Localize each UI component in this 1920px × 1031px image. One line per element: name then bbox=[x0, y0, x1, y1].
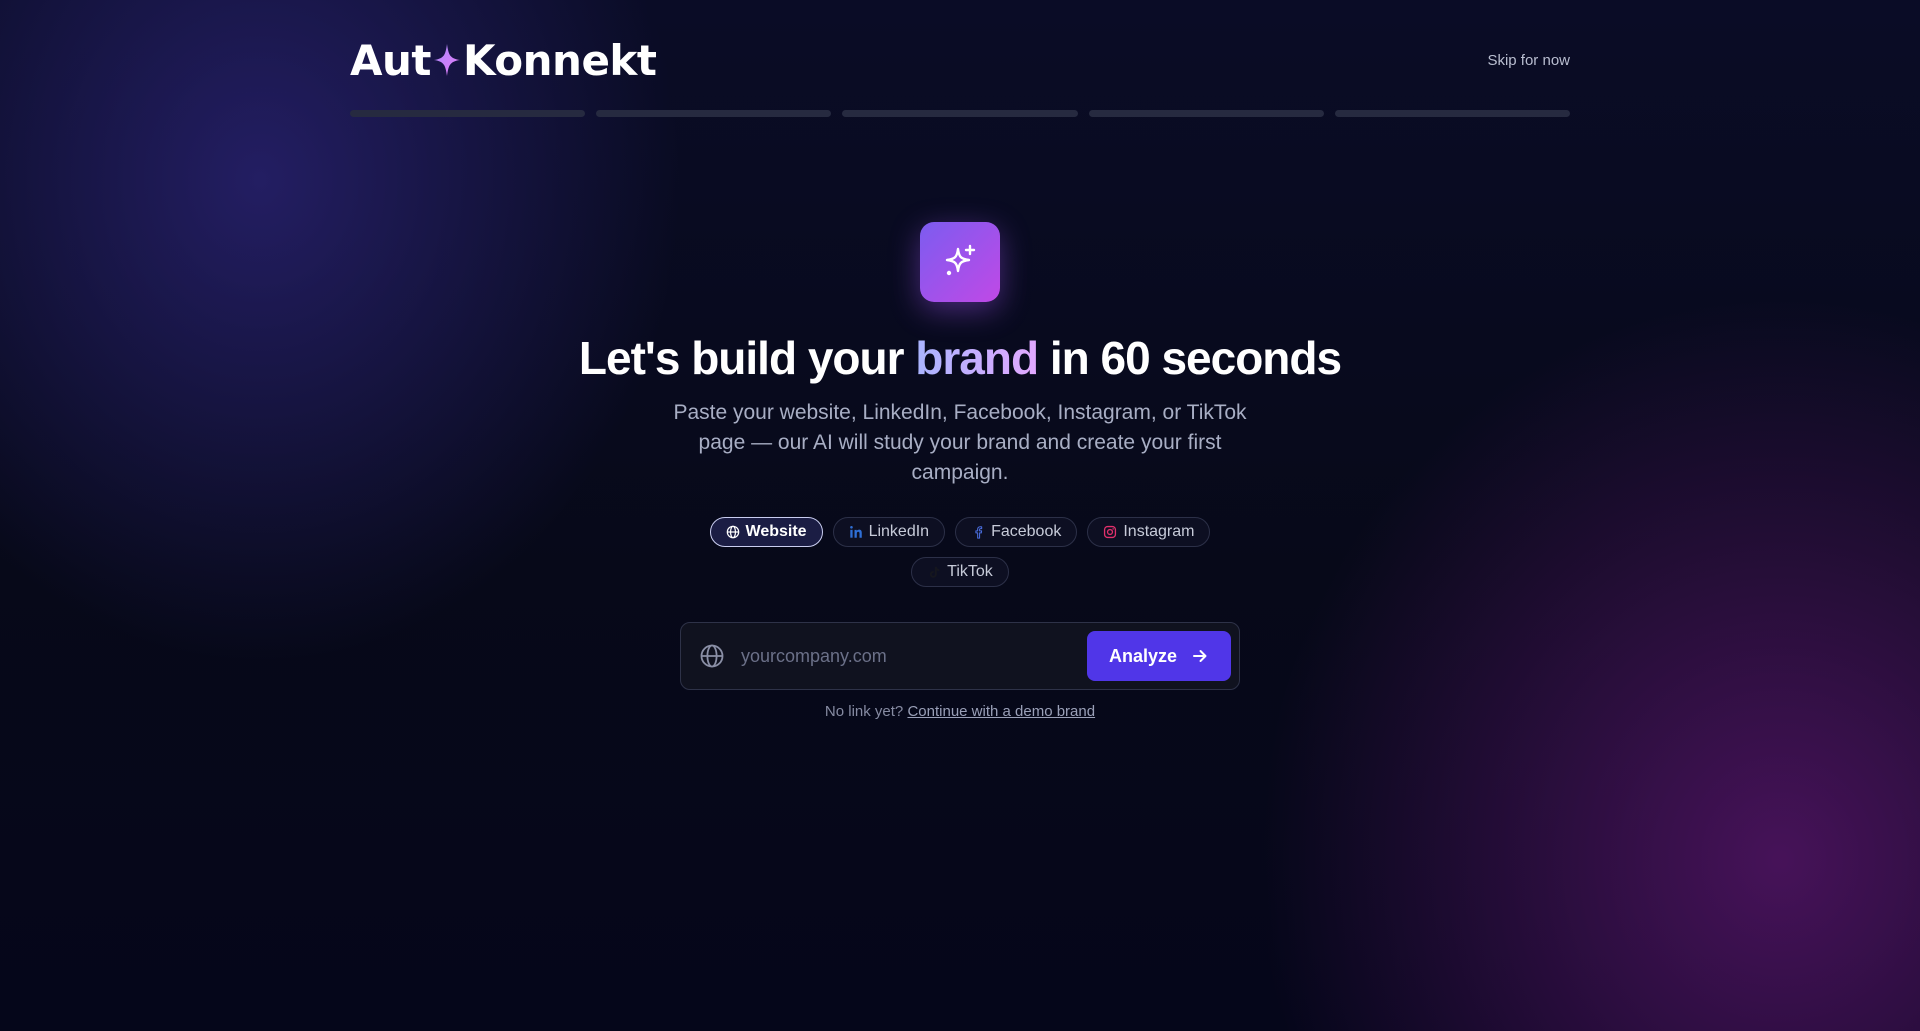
source-selector: Website LinkedIn Facebook Instagram TikT… bbox=[700, 517, 1220, 587]
logo-text-start: Aut bbox=[350, 35, 431, 85]
url-input[interactable] bbox=[739, 635, 1087, 677]
facebook-icon bbox=[971, 525, 985, 539]
page-subtitle: Paste your website, LinkedIn, Facebook, … bbox=[673, 401, 1247, 484]
progress-step bbox=[1088, 110, 1324, 117]
tiktok-icon bbox=[927, 565, 941, 579]
skip-for-now-link[interactable]: Skip for now bbox=[1487, 52, 1570, 69]
demo-brand-link[interactable]: Continue with a demo brand bbox=[907, 703, 1095, 720]
headline-start: Let's build your bbox=[578, 332, 916, 384]
logo: Aut Konnekt bbox=[350, 35, 657, 85]
instagram-icon bbox=[1103, 525, 1117, 539]
header: Aut Konnekt Skip for now bbox=[350, 35, 1570, 85]
progress-step bbox=[596, 110, 832, 117]
source-chip-label: Facebook bbox=[991, 523, 1062, 540]
sparkles-icon bbox=[920, 222, 1000, 302]
logo-text-end: Konnekt bbox=[462, 35, 657, 85]
progress-step bbox=[350, 110, 586, 117]
onboarding-page: Aut Konnekt Skip for now Let's build you… bbox=[0, 0, 1920, 1031]
analyze-button[interactable]: Analyze bbox=[1087, 631, 1231, 681]
arrow-right-icon bbox=[1191, 647, 1209, 665]
globe-icon bbox=[726, 525, 740, 539]
demo-brand-note: No link yet? Continue with a demo brand bbox=[660, 703, 1260, 720]
progress-step bbox=[842, 110, 1078, 117]
source-chip-linkedin[interactable]: LinkedIn bbox=[832, 517, 946, 547]
progress-steps bbox=[350, 110, 1571, 117]
source-chip-label: Instagram bbox=[1123, 523, 1195, 540]
source-chip-instagram[interactable]: Instagram bbox=[1087, 517, 1211, 547]
source-chip-label: LinkedIn bbox=[868, 523, 930, 540]
source-chip-facebook[interactable]: Facebook bbox=[955, 517, 1078, 547]
source-chip-website[interactable]: Website bbox=[709, 517, 823, 547]
demo-brand-prefix: No link yet? bbox=[824, 703, 908, 720]
logo-star-icon bbox=[432, 42, 462, 78]
analyze-button-label: Analyze bbox=[1108, 645, 1178, 666]
source-chip-label: TikTok bbox=[947, 563, 993, 580]
progress-step bbox=[1334, 110, 1571, 117]
headline-end: in 60 seconds bbox=[1038, 332, 1342, 384]
source-chip-label: Website bbox=[745, 523, 807, 540]
globe-icon bbox=[699, 643, 725, 669]
url-form: Analyze bbox=[680, 622, 1240, 690]
headline-accent: brand bbox=[915, 332, 1039, 384]
page-title: Let's build your brand in 60 seconds bbox=[360, 328, 1560, 388]
linkedin-icon bbox=[849, 525, 863, 539]
source-chip-tiktok[interactable]: TikTok bbox=[911, 557, 1009, 587]
